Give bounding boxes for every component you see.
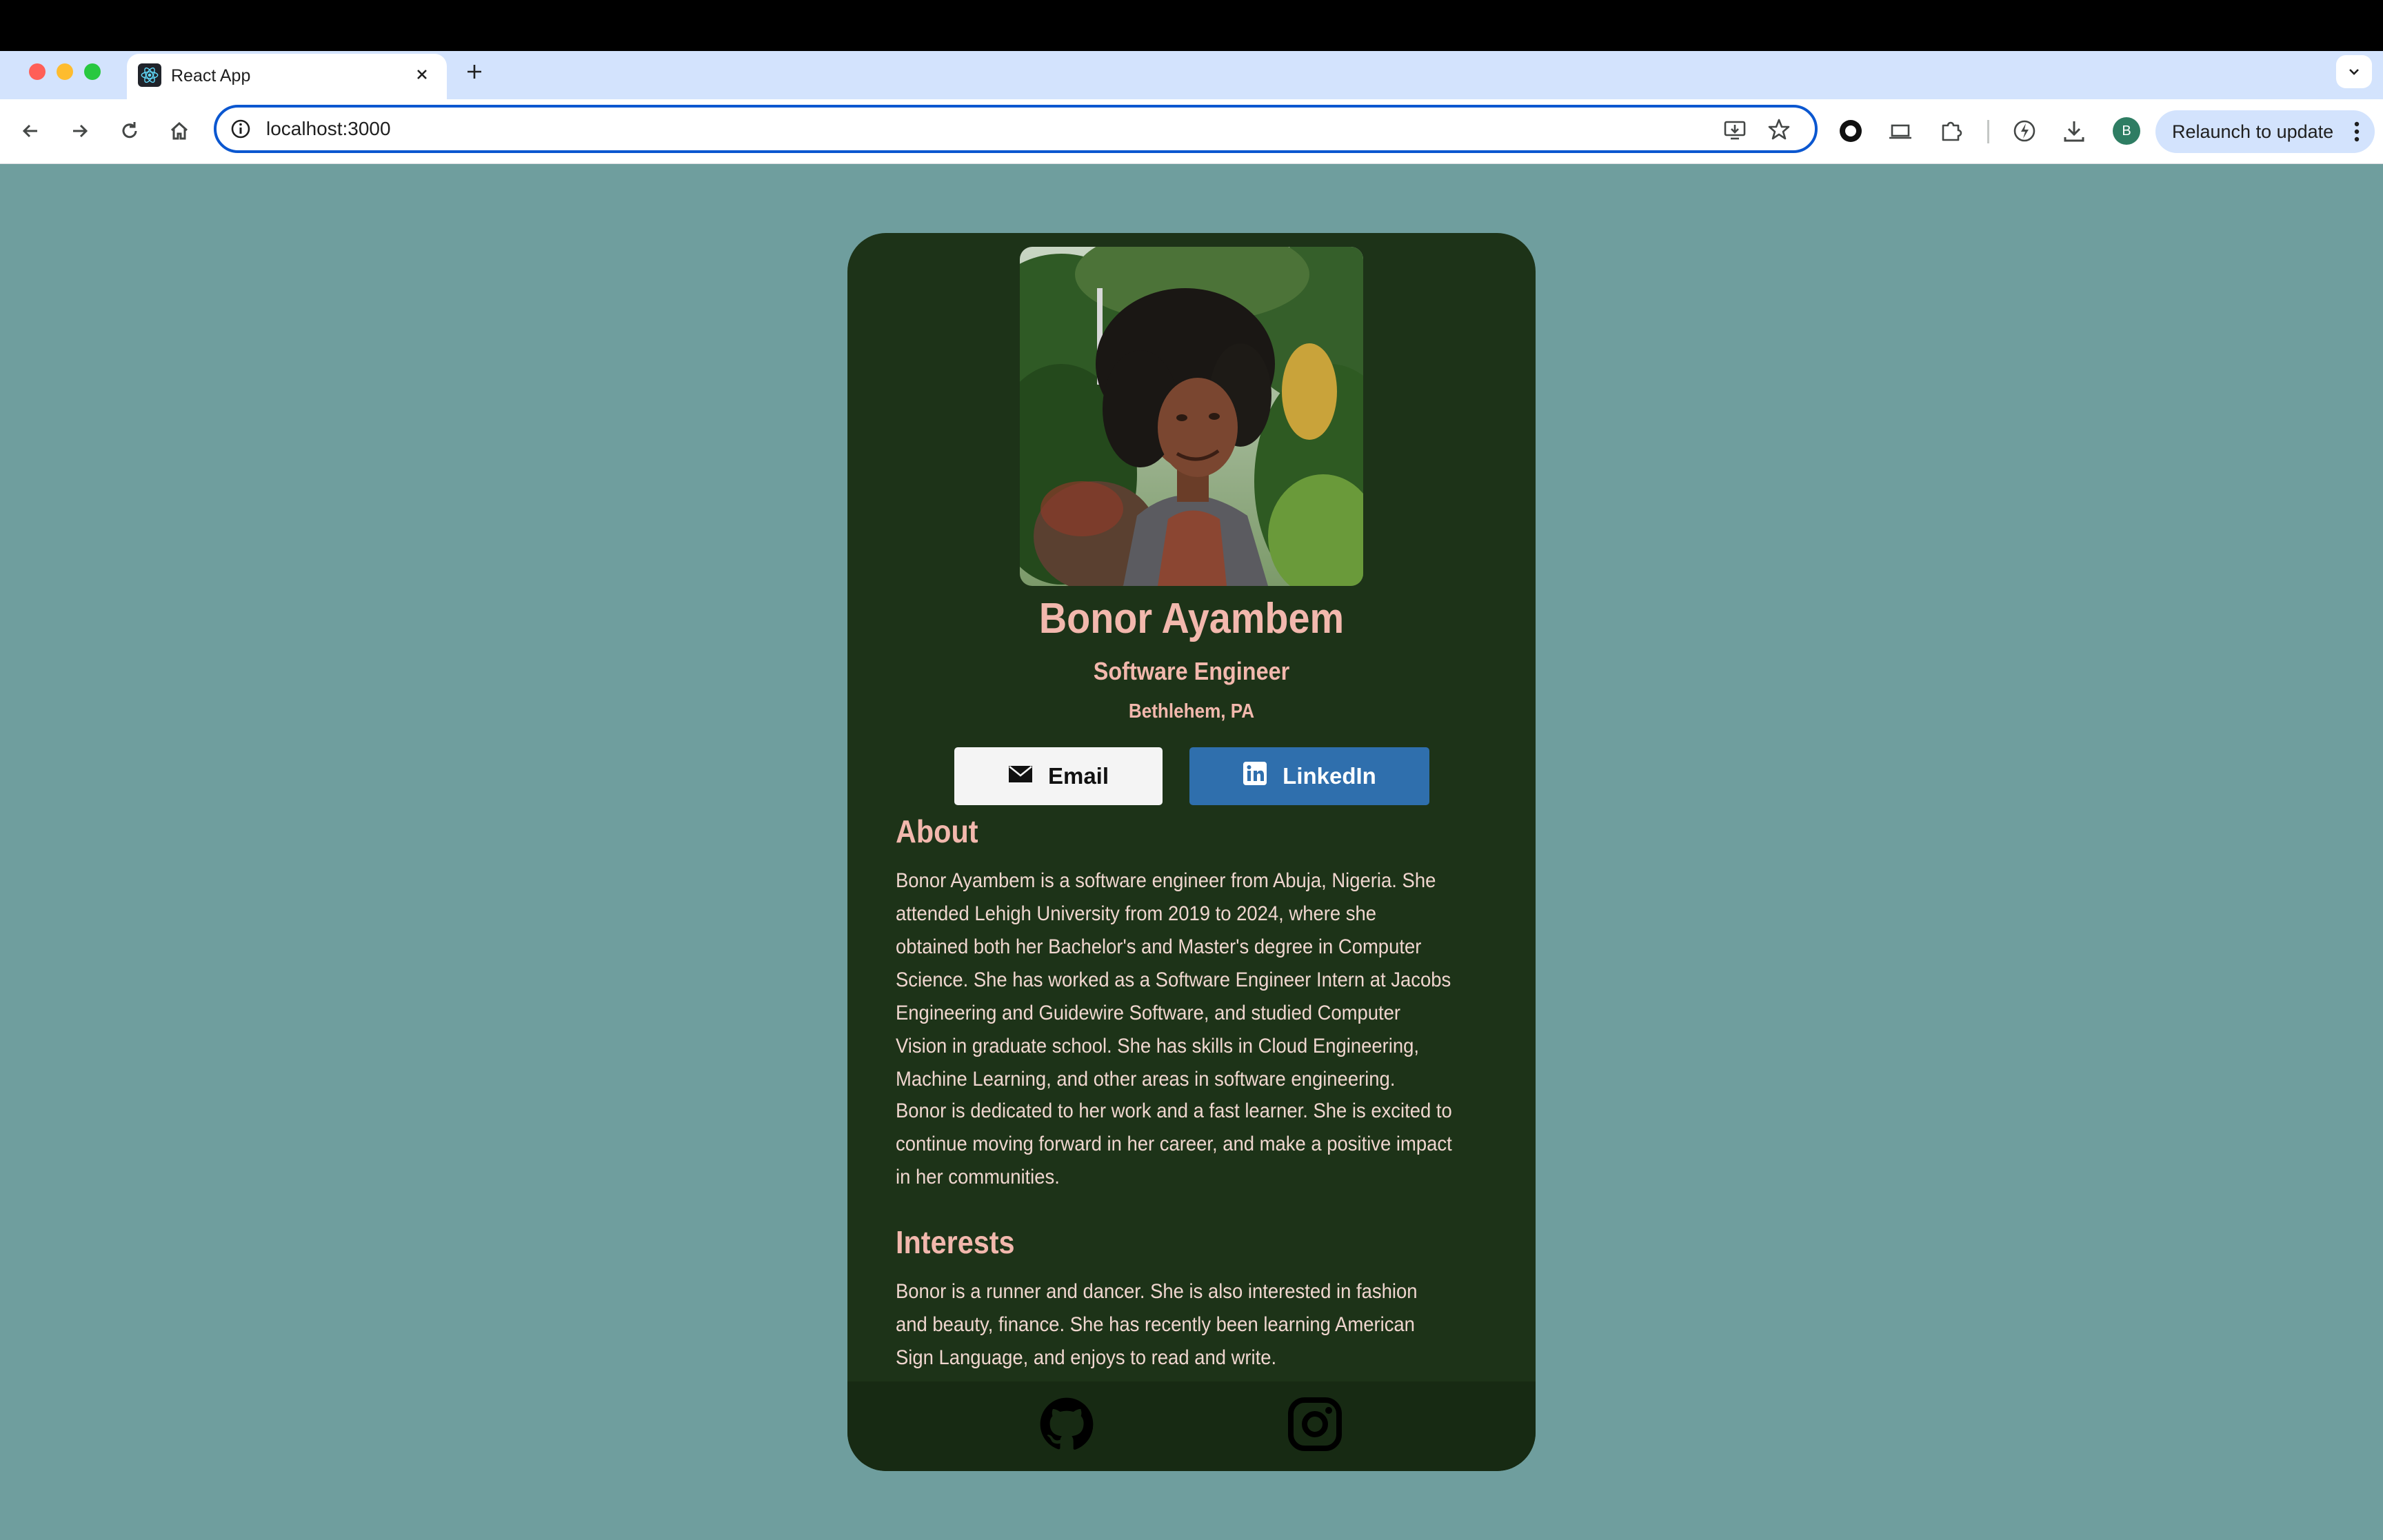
- back-arrow-icon[interactable]: [14, 114, 47, 148]
- cast-screen-icon[interactable]: [1885, 116, 1916, 146]
- page-viewport: Bonor Ayambem Software Engineer Bethlehe…: [0, 164, 2383, 1540]
- tab-title: React App: [171, 66, 251, 85]
- linkedin-icon: [1243, 761, 1267, 791]
- linkedin-button[interactable]: LinkedIn: [1189, 747, 1429, 805]
- forward-arrow-icon[interactable]: [63, 114, 97, 148]
- tab-react-app[interactable]: React App: [127, 54, 447, 99]
- tab-search-chevron-icon[interactable]: [2336, 55, 2372, 88]
- reload-icon[interactable]: [113, 114, 146, 148]
- download-icon[interactable]: [2059, 116, 2089, 146]
- extension-record-icon[interactable]: [1836, 116, 1866, 146]
- github-icon[interactable]: [1038, 1395, 1096, 1453]
- profile-card: Bonor Ayambem Software Engineer Bethlehe…: [847, 233, 1536, 1471]
- tab-close-icon[interactable]: [410, 62, 434, 87]
- profile-avatar[interactable]: B: [2113, 117, 2140, 145]
- home-icon[interactable]: [163, 114, 196, 148]
- envelope-icon: [1008, 763, 1033, 789]
- card-footer: [847, 1381, 1536, 1471]
- url-text[interactable]: localhost:3000: [266, 117, 391, 141]
- instagram-icon[interactable]: [1286, 1395, 1344, 1453]
- bookmark-star-icon[interactable]: [1767, 117, 1791, 142]
- about-heading: About: [896, 813, 978, 849]
- about-paragraph-2: Bonor is dedicated to her work and a fas…: [896, 1100, 1452, 1188]
- site-info-icon[interactable]: [229, 117, 252, 141]
- email-button[interactable]: Email: [954, 747, 1163, 805]
- toolbar-divider: [1987, 120, 1989, 143]
- address-bar[interactable]: localhost:3000: [214, 105, 1818, 153]
- linkedin-button-label: LinkedIn: [1283, 763, 1376, 789]
- minimize-window-button[interactable]: [57, 63, 73, 80]
- maximize-window-button[interactable]: [84, 63, 101, 80]
- relaunch-to-update-button[interactable]: Relaunch to update: [2155, 110, 2375, 153]
- screen-top-bar: [0, 0, 2383, 51]
- profile-location: Bethlehem, PA: [1128, 700, 1255, 722]
- email-button-label: Email: [1047, 763, 1109, 789]
- profile-photo: [1020, 247, 1363, 586]
- relaunch-label: Relaunch to update: [2172, 121, 2334, 142]
- install-app-icon[interactable]: [1722, 117, 1747, 142]
- about-paragraph-1: Bonor Ayambem is a software engineer fro…: [896, 869, 1451, 1091]
- interests-paragraph: Bonor is a runner and dancer. She is als…: [896, 1280, 1418, 1369]
- close-window-button[interactable]: [29, 63, 46, 80]
- profile-job-title: Software Engineer: [1093, 657, 1290, 685]
- browser-toolbar: localhost:3000 B Relaunch to update: [0, 99, 2383, 164]
- extensions-puzzle-icon[interactable]: [1936, 116, 1967, 146]
- profile-name: Bonor Ayambem: [1038, 595, 1345, 642]
- kebab-menu-icon[interactable]: [2349, 119, 2365, 145]
- react-logo-icon: [138, 63, 161, 87]
- interests-heading: Interests: [896, 1224, 1015, 1260]
- performance-icon[interactable]: [2009, 116, 2040, 146]
- new-tab-plus-icon[interactable]: [461, 58, 488, 85]
